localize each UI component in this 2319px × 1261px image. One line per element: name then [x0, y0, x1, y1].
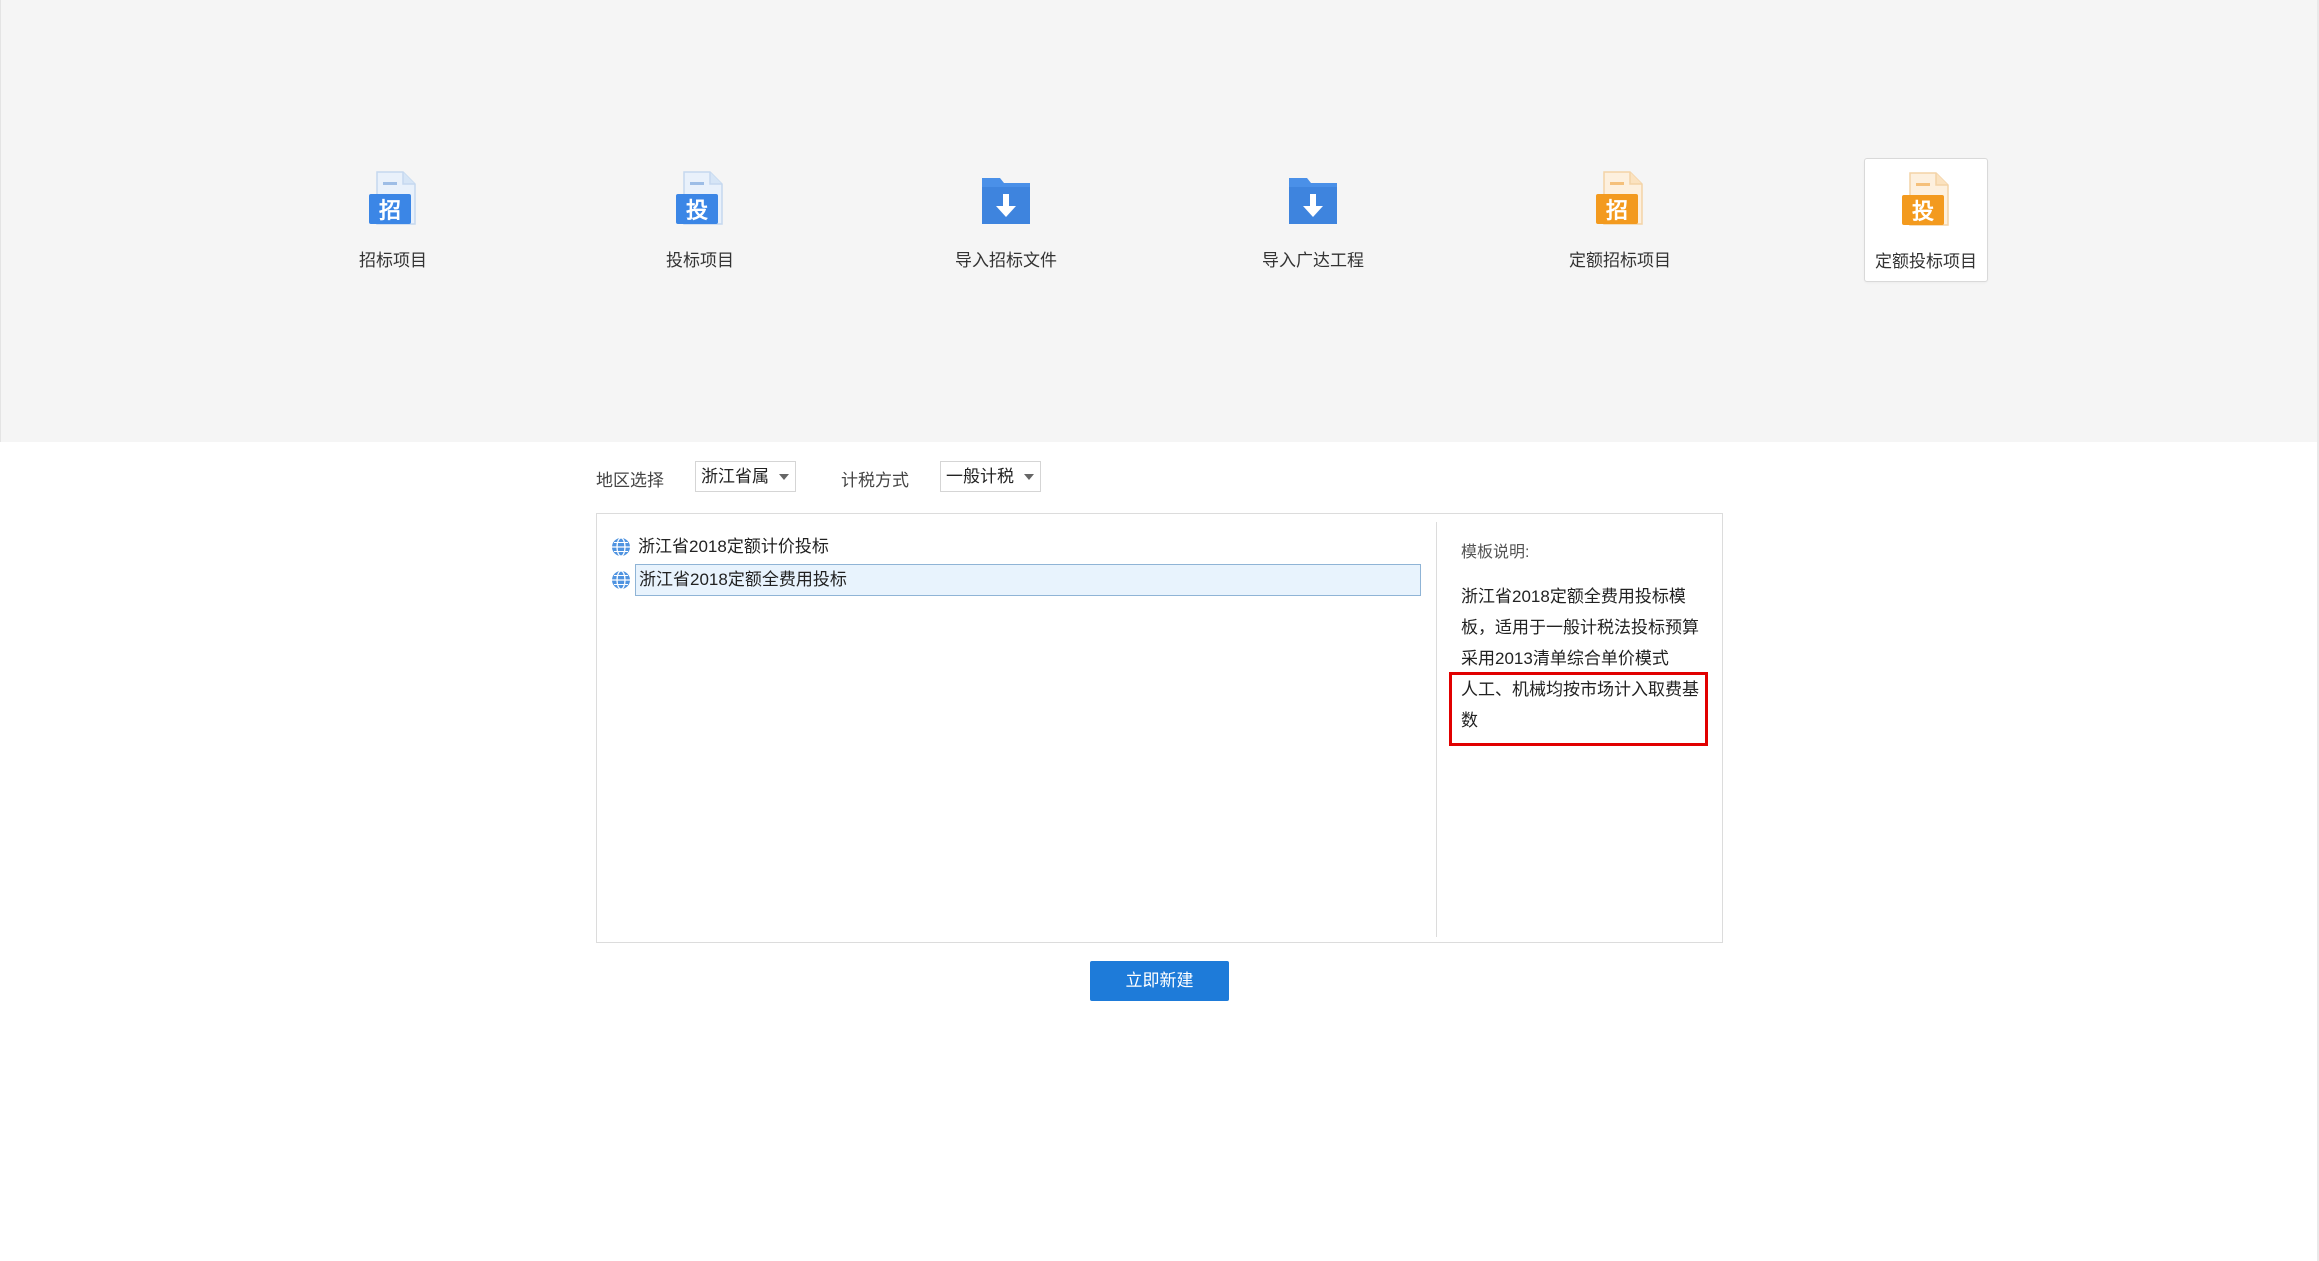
tile-bid-project[interactable]: 投 投标项目	[638, 158, 762, 282]
highlight-annotation-box	[1449, 672, 1708, 746]
template-panel: 浙江省2018定额计价投标 浙江省2018定额全费用投标 模板说明: 浙江省20…	[596, 513, 1723, 943]
tile-quota-bid-project[interactable]: 投 定额投标项目	[1864, 158, 1988, 282]
import-guangda-project-icon	[1289, 178, 1337, 224]
tender-project-icon: 招	[369, 171, 416, 225]
chevron-down-icon	[779, 474, 789, 480]
description-line: 采用2013清单综合单价模式	[1461, 649, 1669, 668]
quota-tender-project-icon: 招	[1596, 171, 1643, 225]
tile-glyph: 招	[379, 199, 401, 224]
template-label: 浙江省2018定额计价投标	[638, 537, 829, 556]
tax-method-label: 计税方式	[841, 471, 909, 490]
template-item-selected[interactable]: 浙江省2018定额全费用投标	[611, 564, 1421, 596]
quota-bid-project-icon: 投	[1902, 172, 1949, 226]
tile-label: 定额投标项目	[1875, 252, 1977, 271]
import-tender-file-icon	[982, 178, 1030, 224]
create-now-button[interactable]: 立即新建	[1090, 961, 1229, 1001]
tile-label: 投标项目	[666, 251, 734, 270]
tile-glyph: 招	[1606, 199, 1628, 224]
bid-project-icon: 投	[676, 171, 723, 225]
tile-quota-tender-project[interactable]: 招 定额招标项目	[1558, 158, 1682, 282]
description-line: 板，适用于一般计税法投标预算	[1461, 618, 1699, 637]
tile-tender-project[interactable]: 招 招标项目	[331, 158, 455, 282]
tile-glyph: 投	[1912, 200, 1934, 225]
tile-label: 导入招标文件	[955, 251, 1057, 270]
region-select[interactable]: 浙江省属	[695, 461, 796, 492]
template-label: 浙江省2018定额全费用投标	[635, 564, 1421, 596]
description-title: 模板说明:	[1461, 544, 1530, 561]
tile-glyph: 投	[686, 199, 708, 224]
tile-import-tender-file[interactable]: 导入招标文件	[944, 158, 1068, 282]
tile-label: 定额招标项目	[1569, 251, 1671, 270]
region-select-value: 浙江省属	[701, 467, 769, 486]
chevron-down-icon	[1024, 474, 1034, 480]
globe-icon	[612, 537, 630, 557]
globe-icon	[612, 570, 630, 590]
tile-import-guangda-project[interactable]: 导入广达工程	[1251, 158, 1375, 282]
tile-label: 导入广达工程	[1262, 251, 1364, 270]
region-label: 地区选择	[596, 471, 664, 490]
tile-label: 招标项目	[359, 251, 427, 270]
tax-method-select[interactable]: 一般计税	[940, 461, 1041, 492]
panel-divider	[1436, 522, 1437, 937]
template-item[interactable]: 浙江省2018定额计价投标	[611, 531, 1421, 563]
description-line: 浙江省2018定额全费用投标模	[1461, 587, 1686, 606]
tax-method-select-value: 一般计税	[946, 467, 1014, 486]
